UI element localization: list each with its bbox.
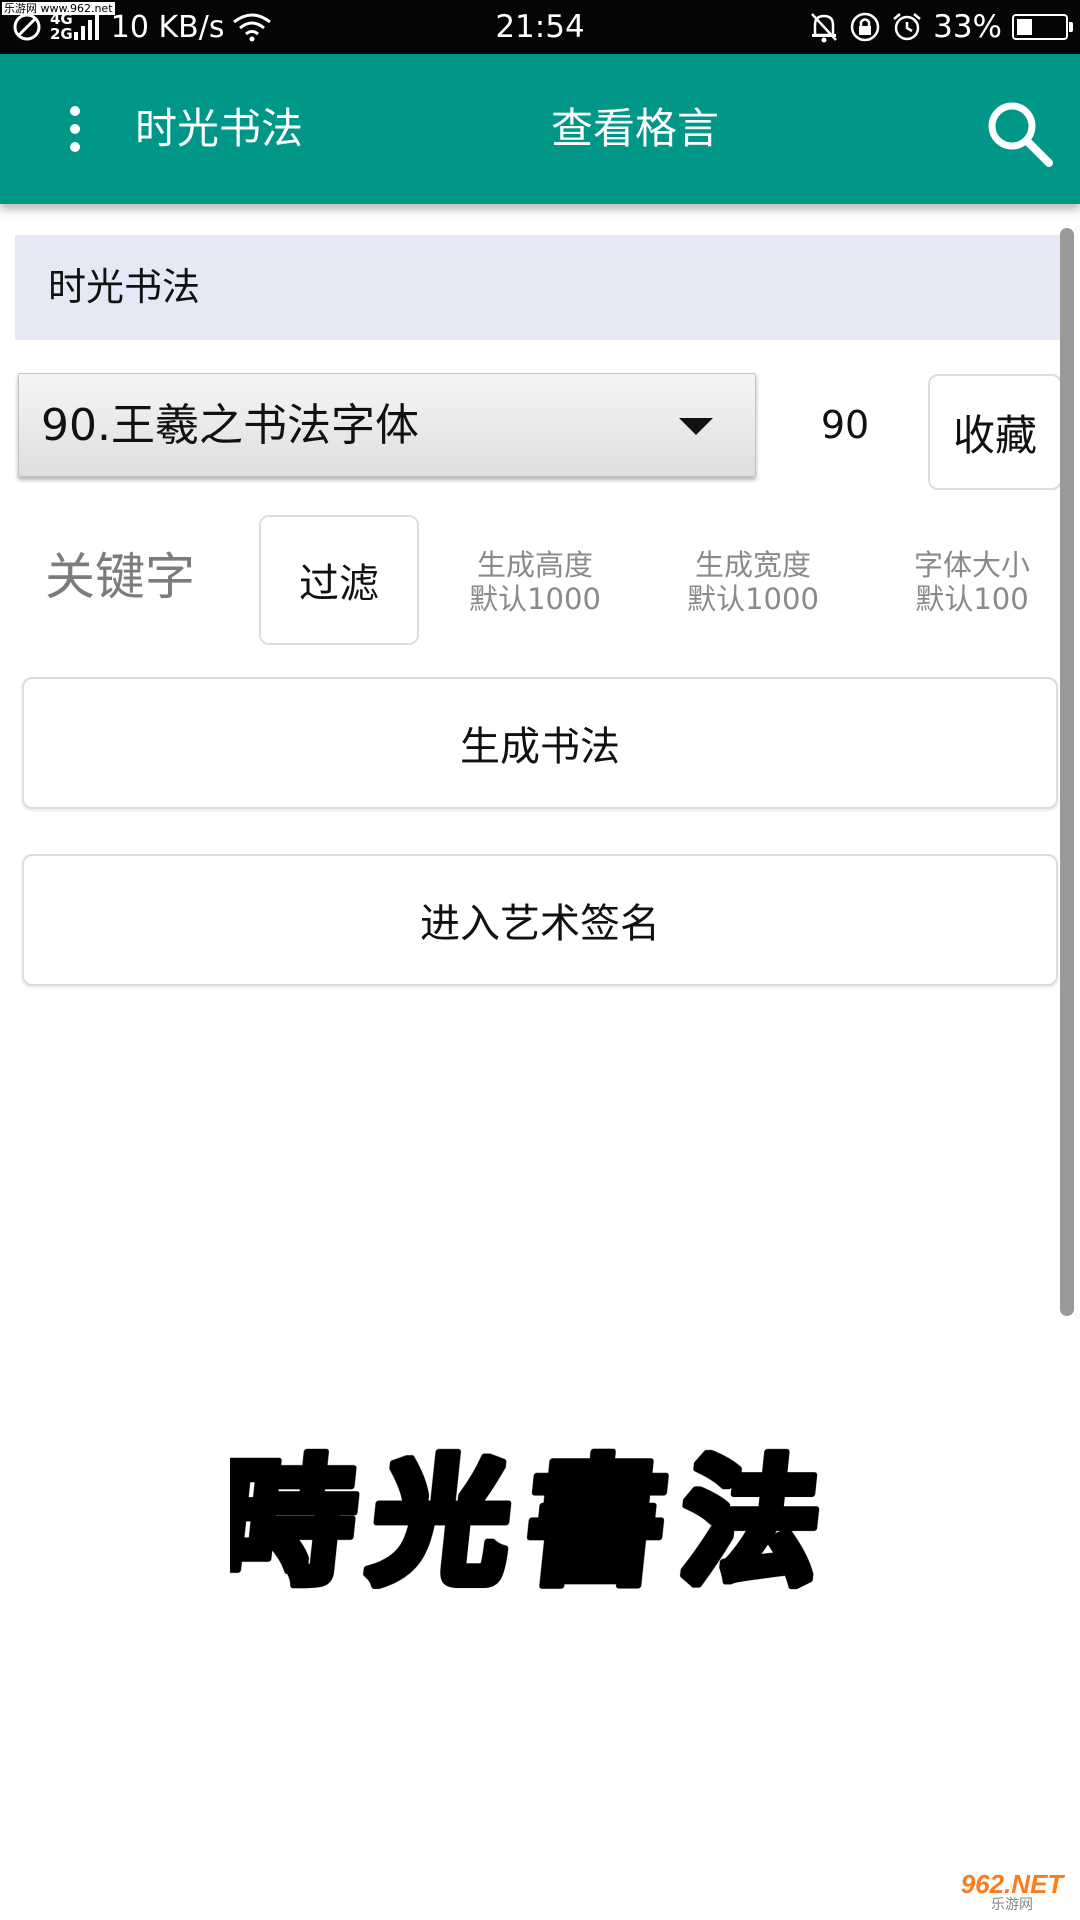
watermark-logo-text: 962.NET: [960, 1869, 1064, 1899]
network-type: 4G 2G: [50, 10, 73, 43]
mute-icon: [809, 11, 839, 43]
section-header-title: 时光书法: [48, 265, 201, 309]
search-icon: [988, 102, 1053, 167]
status-bar: 4G 2G 10 KB/s 21:54 33% 乐游网 www.962.net: [0, 0, 1080, 54]
watermark-bottom-right: 962.NET 乐游网: [948, 1868, 1076, 1916]
battery-icon: [1012, 14, 1073, 40]
section-header: 时光书法: [15, 235, 1060, 340]
network-speed: 10 KB/s: [110, 9, 225, 45]
height-input[interactable]: 生成高度 默认1000: [450, 548, 620, 616]
watermark-logo-subtext: 乐游网: [991, 1897, 1033, 1913]
calligraphy-preview-image: 時光書法: [230, 1440, 850, 1605]
favorite-button[interactable]: 收藏: [928, 374, 1062, 490]
font-count-value: 90: [820, 403, 870, 447]
width-input[interactable]: 生成宽度 默认1000: [668, 548, 838, 616]
font-size-input-default: 默认100: [915, 582, 1029, 616]
font-selector-value: 90.王羲之书法字体: [41, 400, 419, 451]
signal-icon: [73, 12, 101, 42]
view-mottos-button[interactable]: 查看格言: [520, 54, 750, 204]
calligraphy-preview: 時光書法: [0, 1400, 1080, 1630]
font-size-input[interactable]: 字体大小 默认100: [887, 548, 1057, 616]
height-input-label: 生成高度: [476, 548, 593, 582]
calligraphy-text: 時光書法: [230, 1443, 847, 1602]
keyword-input[interactable]: 关键字: [45, 522, 195, 632]
scrollbar[interactable]: [1060, 228, 1074, 1316]
alarm-icon: [891, 11, 923, 43]
width-input-default: 默认1000: [687, 582, 819, 616]
no-sim-icon: [12, 12, 42, 42]
more-vertical-icon: [70, 106, 80, 152]
search-button[interactable]: [980, 94, 1060, 174]
generate-calligraphy-button[interactable]: 生成书法: [22, 677, 1058, 809]
overflow-menu-button[interactable]: [48, 94, 102, 164]
rotation-lock-icon: [849, 11, 881, 43]
app-title: 时光书法: [135, 104, 304, 153]
font-selector-dropdown[interactable]: 90.王羲之书法字体: [18, 373, 756, 477]
watermark-top-left: 乐游网 www.962.net: [2, 2, 115, 15]
battery-percent: 33%: [933, 9, 1002, 45]
wifi-icon: [232, 12, 272, 42]
battery-level-fill: [1017, 19, 1032, 35]
width-input-label: 生成宽度: [694, 548, 811, 582]
filter-button[interactable]: 过滤: [259, 515, 419, 645]
dropdown-arrow-icon: [679, 418, 713, 435]
art-signature-button[interactable]: 进入艺术签名: [22, 854, 1058, 986]
height-input-default: 默认1000: [469, 582, 601, 616]
app-bar: 时光书法 查看格言: [0, 54, 1080, 204]
status-right: 33%: [809, 0, 1073, 54]
font-size-input-label: 字体大小: [913, 548, 1030, 582]
